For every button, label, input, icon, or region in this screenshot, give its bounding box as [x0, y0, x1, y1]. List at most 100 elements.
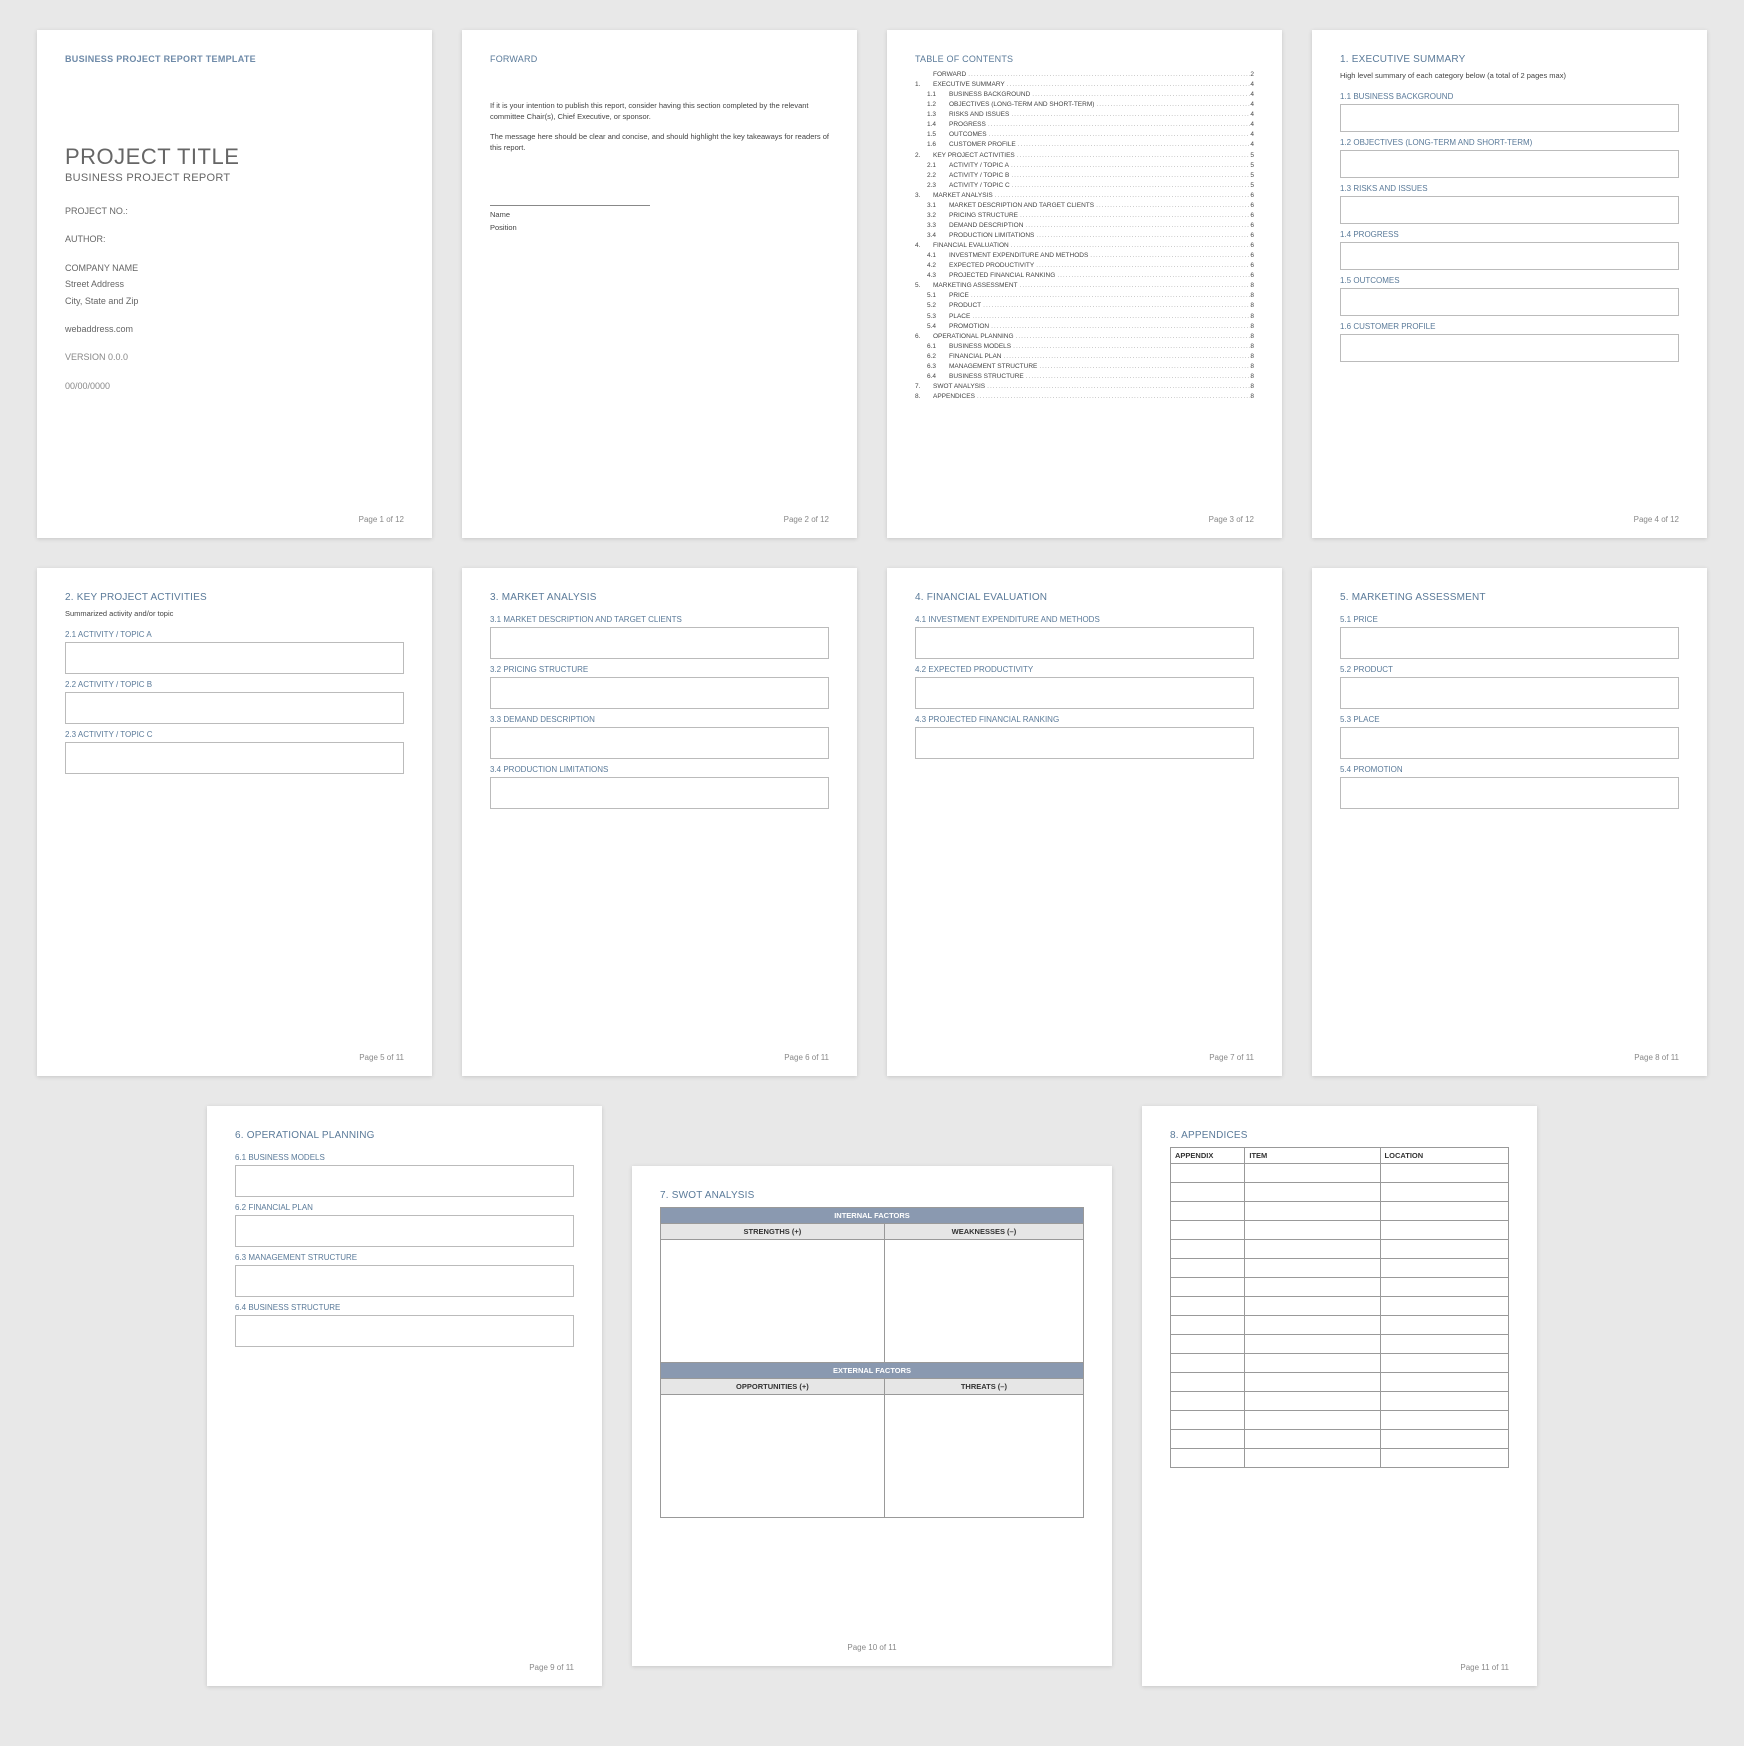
page-2-forward: FORWARD If it is your intention to publi… — [462, 30, 857, 538]
subsection-heading: 2.3 ACTIVITY / TOPIC C — [65, 730, 404, 739]
toc-row: 5.4PROMOTION............................… — [915, 322, 1254, 332]
toc-row: 4.FINANCIAL EVALUATION..................… — [915, 241, 1254, 251]
input-box — [65, 742, 404, 774]
toc-row: 1.2OBJECTIVES (LONG-TERM AND SHORT-TERM)… — [915, 100, 1254, 110]
toc-row: 3.MARKET ANALYSIS.......................… — [915, 191, 1254, 201]
section-body: 1.1 BUSINESS BACKGROUND1.2 OBJECTIVES (L… — [1340, 86, 1679, 366]
page-num: Page 1 of 12 — [359, 515, 404, 524]
sec-note: High level summary of each category belo… — [1340, 71, 1679, 80]
table-row — [1171, 1411, 1509, 1430]
toc-row: 6.OPERATIONAL PLANNING..................… — [915, 332, 1254, 342]
toc-row: 1.4PROGRESS.............................… — [915, 120, 1254, 130]
input-box — [1340, 677, 1679, 709]
forward-p1: If it is your intention to publish this … — [490, 100, 829, 123]
input-box — [65, 642, 404, 674]
toc-row: 6.1BUSINESS MODELS......................… — [915, 342, 1254, 352]
subsection-heading: 4.2 EXPECTED PRODUCTIVITY — [915, 665, 1254, 674]
subsection-heading: 4.3 PROJECTED FINANCIAL RANKING — [915, 715, 1254, 724]
input-box — [235, 1315, 574, 1347]
toc-row: 5.3PLACE................................… — [915, 312, 1254, 322]
swot-threats-h: THREATS (–) — [884, 1379, 1083, 1395]
page-10-swot: 7. SWOT ANALYSIS INTERNAL FACTORS STRENG… — [632, 1166, 1112, 1666]
table-row — [1171, 1354, 1509, 1373]
toc-row: 6.2FINANCIAL PLAN.......................… — [915, 352, 1254, 362]
table-row — [1171, 1373, 1509, 1392]
subsection-heading: 3.1 MARKET DESCRIPTION AND TARGET CLIENT… — [490, 615, 829, 624]
swot-internal: INTERNAL FACTORS — [661, 1208, 1084, 1224]
sec-heading: 8. APPENDICES — [1170, 1130, 1509, 1141]
toc-row: 5.MARKETING ASSESSMENT..................… — [915, 281, 1254, 291]
page-8-marketing: 5. MARKETING ASSESSMENT 5.1 PRICE5.2 PRO… — [1312, 568, 1707, 1076]
swot-external: EXTERNAL FACTORS — [661, 1363, 1084, 1379]
sec-heading: 7. SWOT ANALYSIS — [660, 1190, 1084, 1201]
input-box — [65, 692, 404, 724]
toc-row: 1.5OUTCOMES.............................… — [915, 130, 1254, 140]
input-box — [490, 727, 829, 759]
swot-strengths-cell — [661, 1240, 885, 1363]
web: webaddress.com — [65, 322, 404, 336]
input-box — [235, 1165, 574, 1197]
subsection-heading: 5.2 PRODUCT — [1340, 665, 1679, 674]
swot-threats-cell — [884, 1395, 1083, 1518]
toc-row: 6.4BUSINESS STRUCTURE...................… — [915, 372, 1254, 382]
toc-row: 1.3RISKS AND ISSUES.....................… — [915, 110, 1254, 120]
street: Street Address — [65, 277, 404, 291]
toc-row: 2.KEY PROJECT ACTIVITIES................… — [915, 151, 1254, 161]
toc-row: 5.1PRICE................................… — [915, 291, 1254, 301]
apx-col-location: LOCATION — [1380, 1148, 1508, 1164]
company: COMPANY NAME — [65, 261, 404, 275]
toc-row: 7.SWOT ANALYSIS.........................… — [915, 382, 1254, 392]
doc-subtitle: BUSINESS PROJECT REPORT — [65, 172, 404, 184]
table-row — [1171, 1202, 1509, 1221]
table-row — [1171, 1392, 1509, 1411]
swot-table: INTERNAL FACTORS STRENGTHS (+) WEAKNESSE… — [660, 1207, 1084, 1518]
sec-heading: 3. MARKET ANALYSIS — [490, 592, 829, 603]
sec-note: Summarized activity and/or topic — [65, 609, 404, 618]
input-box — [490, 777, 829, 809]
page-num: Page 11 of 11 — [1460, 1663, 1509, 1672]
row-1: BUSINESS PROJECT REPORT TEMPLATE PROJECT… — [20, 30, 1724, 538]
version: VERSION 0.0.0 — [65, 350, 404, 364]
signature-line — [490, 205, 650, 206]
table-row — [1171, 1278, 1509, 1297]
input-box — [235, 1215, 574, 1247]
input-box — [1340, 242, 1679, 270]
sig-position: Position — [490, 223, 829, 232]
sec-heading: 1. EXECUTIVE SUMMARY — [1340, 54, 1679, 65]
row-3: 6. OPERATIONAL PLANNING 6.1 BUSINESS MOD… — [20, 1106, 1724, 1686]
page-11-appendices: 8. APPENDICES APPENDIX ITEM LOCATION Pag… — [1142, 1106, 1537, 1686]
toc-row: 3.1MARKET DESCRIPTION AND TARGET CLIENTS… — [915, 201, 1254, 211]
page-6-market: 3. MARKET ANALYSIS 3.1 MARKET DESCRIPTIO… — [462, 568, 857, 1076]
table-row — [1171, 1449, 1509, 1468]
table-row — [1171, 1430, 1509, 1449]
table-row — [1171, 1164, 1509, 1183]
subsection-heading: 1.6 CUSTOMER PROFILE — [1340, 322, 1679, 331]
page-num: Page 4 of 12 — [1634, 515, 1679, 524]
toc-row: 2.1ACTIVITY / TOPIC A...................… — [915, 161, 1254, 171]
sec-heading: 5. MARKETING ASSESSMENT — [1340, 592, 1679, 603]
subsection-heading: 2.2 ACTIVITY / TOPIC B — [65, 680, 404, 689]
doc-title: PROJECT TITLE — [65, 144, 404, 170]
section-body: 4.1 INVESTMENT EXPENDITURE AND METHODS4.… — [915, 609, 1254, 763]
toc-row: 3.2PRICING STRUCTURE....................… — [915, 211, 1254, 221]
page-num: Page 8 of 11 — [1634, 1053, 1679, 1062]
toc-row: 4.2EXPECTED PRODUCTIVITY................… — [915, 261, 1254, 271]
input-box — [235, 1265, 574, 1297]
swot-weaknesses-cell — [884, 1240, 1083, 1363]
subsection-heading: 1.5 OUTCOMES — [1340, 276, 1679, 285]
toc-row: 6.3MANAGEMENT STRUCTURE.................… — [915, 362, 1254, 372]
page-4-exec-summary: 1. EXECUTIVE SUMMARY High level summary … — [1312, 30, 1707, 538]
toc-body: FORWARD.................................… — [915, 70, 1254, 402]
page-num: Page 5 of 11 — [359, 1053, 404, 1062]
section-body: 3.1 MARKET DESCRIPTION AND TARGET CLIENT… — [490, 609, 829, 813]
subsection-heading: 3.4 PRODUCTION LIMITATIONS — [490, 765, 829, 774]
page-num: Page 9 of 11 — [529, 1663, 574, 1672]
page-num: Page 3 of 12 — [1209, 515, 1254, 524]
page-num: Page 7 of 11 — [1209, 1053, 1254, 1062]
section-body: 2.1 ACTIVITY / TOPIC A2.2 ACTIVITY / TOP… — [65, 624, 404, 778]
sec-heading: 4. FINANCIAL EVALUATION — [915, 592, 1254, 603]
toc-row: 2.2ACTIVITY / TOPIC B...................… — [915, 171, 1254, 181]
toc-row: FORWARD.................................… — [915, 70, 1254, 80]
table-row — [1171, 1183, 1509, 1202]
toc-row: 3.3DEMAND DESCRIPTION...................… — [915, 221, 1254, 231]
